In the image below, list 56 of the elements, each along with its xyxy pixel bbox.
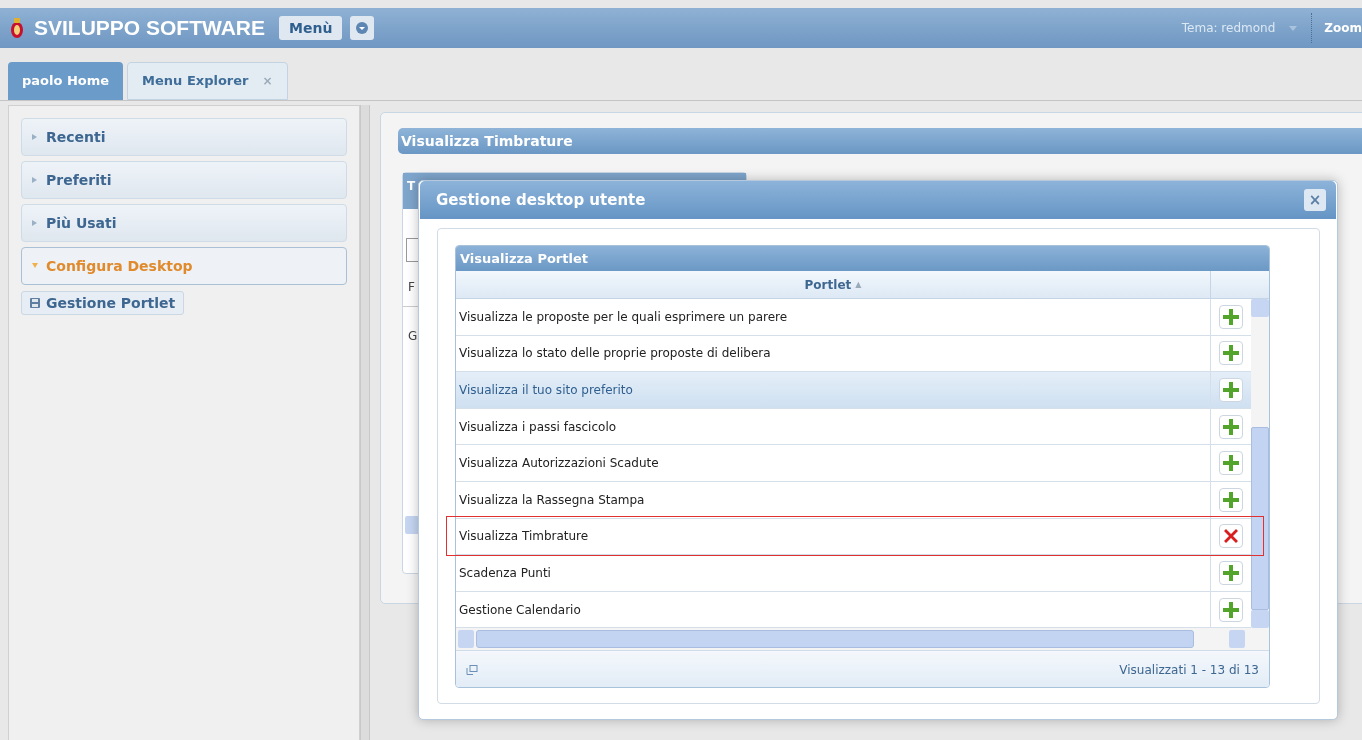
accordion-header[interactable]: Recenti (21, 118, 347, 156)
portlet-title: Visualizza Timbrature (398, 128, 1362, 154)
plus-icon (1222, 307, 1240, 326)
cross-icon (1222, 527, 1240, 546)
add-button[interactable] (1219, 304, 1243, 329)
close-button[interactable]: × (1304, 189, 1326, 211)
emblem-icon (10, 17, 24, 39)
grid-row[interactable]: Scadenza Punti (456, 555, 1251, 592)
vertical-scrollbar[interactable] (1251, 299, 1269, 629)
triangle-down-icon (32, 263, 38, 269)
plus-icon (1222, 454, 1240, 473)
tab[interactable]: Menu Explorer × (127, 62, 288, 100)
grid-row[interactable]: Gestione Calendario (456, 591, 1251, 629)
grid-row[interactable]: Visualizza Autorizzazioni Scadute (456, 445, 1251, 482)
add-button[interactable] (1219, 597, 1243, 622)
table-cell-text: F (408, 279, 415, 296)
grid-title: Visualizza Portlet (456, 246, 1269, 271)
table-cell-text: G (408, 328, 418, 345)
triangle-right-icon (32, 134, 38, 140)
scroll-thumb[interactable] (1251, 427, 1269, 611)
triangle-right-icon (32, 177, 38, 183)
dialog-title: Gestione desktop utente (436, 189, 646, 211)
grid-row[interactable]: Visualizza lo stato delle proprie proposte di delibera (456, 335, 1251, 373)
menu-button[interactable]: Menù (279, 16, 343, 40)
plus-icon (1222, 600, 1240, 619)
plus-icon (1222, 344, 1240, 363)
pagination-info: Visualizzati 1 - 13 di 13 (1119, 661, 1259, 679)
dropdown-button[interactable] (350, 16, 375, 40)
app-title: SVILUPPO SOFTWARE (34, 15, 266, 42)
restore-icon (466, 664, 478, 675)
accordion-header[interactable]: Più Usati (21, 204, 347, 242)
horizontal-scrollbar[interactable] (456, 628, 1269, 651)
portlet-button[interactable]: Gestione Portlet (21, 291, 185, 315)
caret-icon (1289, 25, 1298, 31)
grid-row[interactable]: Visualizza i passi fascicolo (456, 408, 1251, 446)
accordion-header[interactable]: Preferiti (21, 161, 347, 199)
plus-icon (1222, 417, 1240, 436)
add-button[interactable] (1219, 560, 1243, 585)
plus-icon (1222, 563, 1240, 582)
scroll-thumb[interactable] (476, 630, 1194, 649)
save-icon (30, 298, 40, 308)
triangle-right-icon (32, 220, 38, 226)
add-button[interactable] (1219, 341, 1243, 366)
grid-row[interactable]: Visualizza le proposte per le quali esprimere un parere (456, 299, 1251, 336)
tab[interactable]: paolo Home (8, 62, 124, 100)
plus-icon (1222, 381, 1240, 399)
chevron-down-icon (356, 22, 369, 34)
add-button[interactable] (1219, 451, 1243, 476)
grid-row[interactable]: Visualizza il tuo sito preferito (456, 372, 1251, 409)
plus-icon (1222, 490, 1240, 509)
add-button[interactable] (1219, 487, 1243, 512)
sort-icon: ▲ (855, 278, 862, 291)
add-button[interactable] (1219, 414, 1243, 439)
add-button[interactable] (1219, 378, 1243, 402)
grid-row[interactable]: Visualizza la Rassegna Stampa (456, 481, 1251, 519)
remove-button[interactable] (1219, 524, 1243, 549)
